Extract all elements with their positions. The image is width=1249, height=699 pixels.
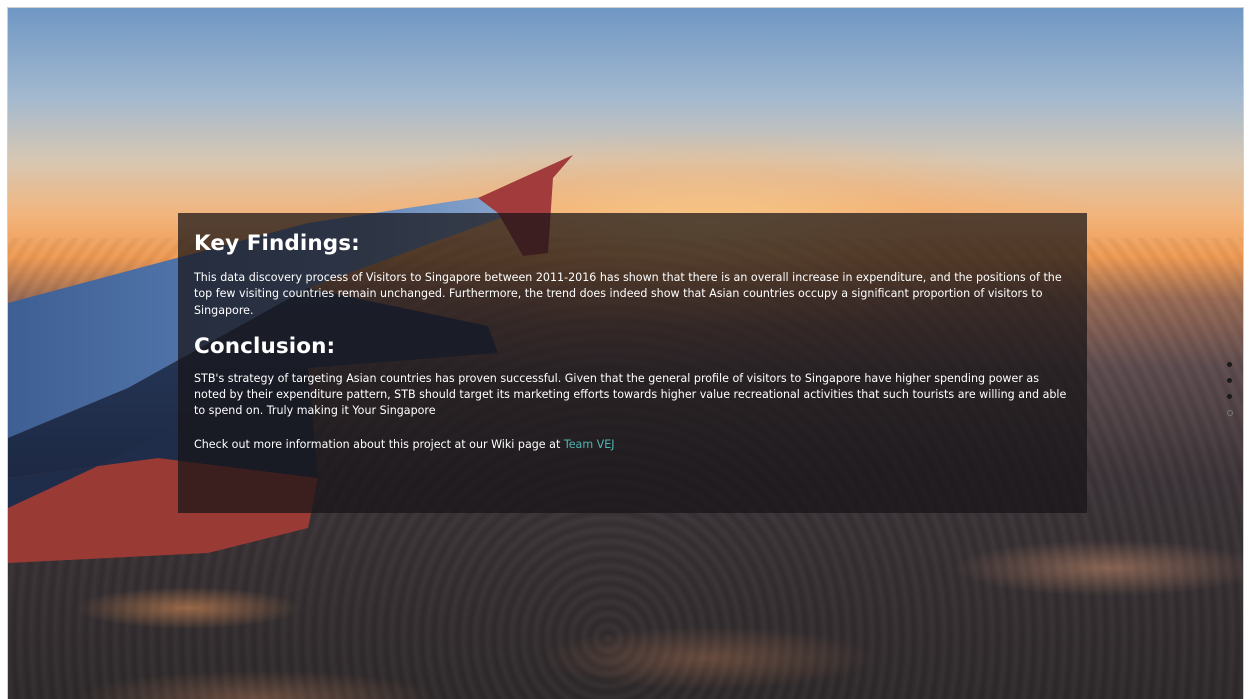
content-overlay-panel: Key Findings: This data discovery proces…	[178, 213, 1087, 513]
conclusion-heading: Conclusion:	[194, 333, 336, 359]
slide-nav-dot-1[interactable]	[1227, 362, 1232, 367]
team-vej-link[interactable]: Team VEJ	[564, 438, 615, 451]
wiki-cta-prefix: Check out more information about this pr…	[194, 437, 564, 451]
slide-nav-dot-3[interactable]	[1227, 394, 1232, 399]
key-findings-text: This data discovery process of Visitors …	[194, 271, 1062, 317]
slide-background: Key Findings: This data discovery proces…	[7, 7, 1244, 699]
slide-nav-dot-2[interactable]	[1227, 378, 1232, 383]
slide-nav-dot-4-active[interactable]	[1227, 410, 1233, 416]
slide-nav-dots	[1227, 362, 1235, 427]
wiki-cta-text: Check out more information about this pr…	[194, 437, 1071, 453]
key-findings-heading: Key Findings:	[194, 231, 360, 256]
conclusion-text: STB's strategy of targeting Asian countr…	[194, 371, 1067, 418]
